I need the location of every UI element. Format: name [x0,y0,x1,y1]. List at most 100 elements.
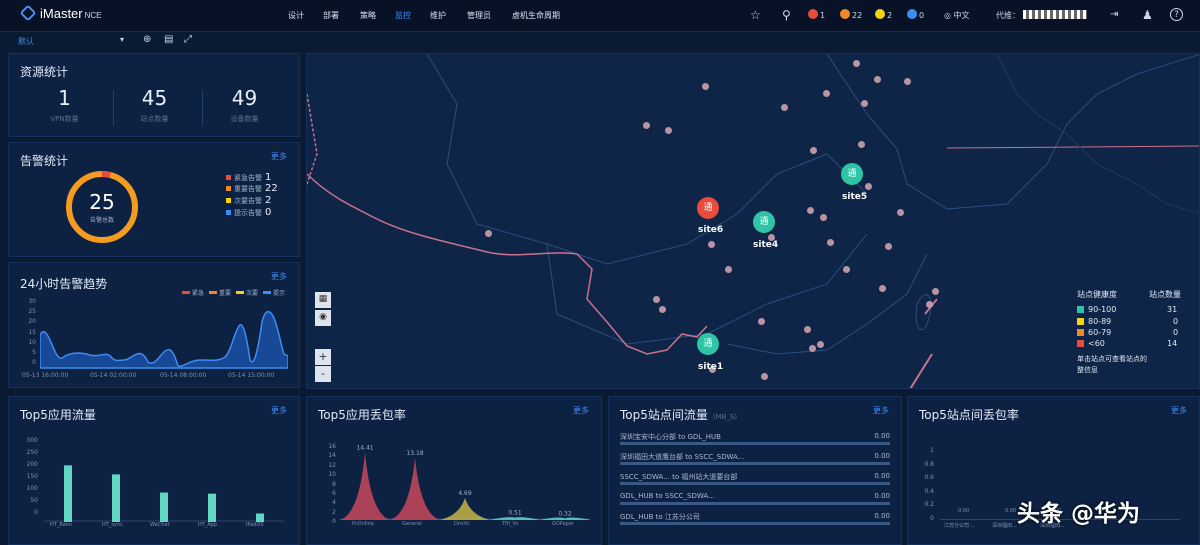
save-view-icon[interactable]: ▤ [164,34,173,45]
loss-peak[interactable] [439,498,491,520]
loss-peak[interactable] [489,517,541,520]
more-link[interactable]: 更多 [271,151,287,162]
chevron-down-icon[interactable]: ▾ [120,35,124,44]
user-account[interactable]: 代维： [996,10,1087,21]
masked-username [1023,10,1087,19]
city-marker[interactable] [817,341,824,348]
city-marker[interactable] [885,243,892,250]
bar[interactable] [256,513,264,523]
city-marker[interactable] [861,100,868,107]
star-icon[interactable]: ☆ [750,8,761,22]
legend-row-fair: 60-79 [1077,328,1111,337]
city-marker[interactable] [643,122,650,129]
legend-swatch [226,175,231,180]
city-marker[interactable] [843,266,850,273]
city-marker[interactable] [926,301,933,308]
city-marker[interactable] [853,60,860,67]
city-marker[interactable] [804,326,811,333]
loss-y-axis: 16 14 12 10 8 6 4 2 0 [318,442,336,527]
more-link[interactable]: 更多 [271,271,287,282]
layer-icon[interactable]: ▦ [315,292,331,308]
city-marker[interactable] [485,230,492,237]
nav-vm-lifecycle[interactable]: 虚机生命周期 [512,10,560,21]
city-marker[interactable] [823,90,830,97]
city-marker[interactable] [758,318,765,325]
city-marker[interactable] [708,241,715,248]
data-label: 13.18 [406,450,423,457]
city-marker[interactable] [932,288,939,295]
loss-peak[interactable] [539,517,590,520]
zoom-out-button[interactable]: - [315,366,331,382]
loss-peak[interactable] [340,452,391,520]
city-marker[interactable] [874,76,881,83]
nav-maintain[interactable]: 维护 [430,10,446,21]
city-marker[interactable] [865,183,872,190]
nav-deploy[interactable]: 部署 [323,10,339,21]
city-marker[interactable] [820,214,827,221]
major-alarm-icon [840,9,850,19]
search-icon[interactable]: ⚲ [782,8,791,22]
bar[interactable] [208,493,216,522]
city-marker[interactable] [725,266,732,273]
loss-peak[interactable] [389,458,441,520]
site-flow-row-label[interactable]: 深圳宝安中心分部 to GDL_HUB [620,432,721,442]
site4-marker[interactable]: 通 [753,211,775,233]
site6-marker[interactable]: 通 [697,197,719,219]
bar[interactable] [64,465,72,522]
warning-alarm-counter[interactable]: 0 [907,9,924,20]
locate-icon[interactable]: ◉ [315,310,331,326]
city-marker[interactable] [659,306,666,313]
resource-stats-panel: 资源统计 1 VPN数量 45 站点数量 49 设备数量 [8,53,300,137]
y-tick: 0.8 [924,460,934,468]
legend-label: 次要 [246,290,259,297]
city-marker[interactable] [897,209,904,216]
more-link[interactable]: 更多 [271,405,287,416]
site-flow-row-label[interactable]: 深圳福田大道鹰台部 to SSCC_SDWA... [620,452,744,462]
view-selector[interactable]: 默认 [18,36,34,47]
more-link[interactable]: 更多 [573,405,589,416]
site-flow-row-label[interactable]: GDL_HUB to SSCC_SDWA... [620,492,715,500]
nav-policy[interactable]: 策略 [360,10,376,21]
minor-alarm-counter[interactable]: 2 [875,9,892,20]
y-tick: 30 [28,298,36,305]
critical-alarm-counter[interactable]: 1 [808,9,825,20]
city-marker[interactable] [665,127,672,134]
user-settings-icon[interactable]: ♟ [1142,8,1153,22]
zoom-in-button[interactable]: + [315,349,331,365]
device-count-stat: 49 设备数量 [197,86,292,124]
help-icon[interactable]: ? [1170,8,1183,21]
site-map-panel[interactable]: 通 site6 通 site4 通 site5 通 site1 ▦ ◉ + - … [306,53,1200,389]
site1-marker[interactable]: 通 [697,333,719,355]
city-marker[interactable] [904,78,911,85]
city-marker[interactable] [827,239,834,246]
city-marker[interactable] [653,296,660,303]
more-link[interactable]: 更多 [873,405,889,416]
city-marker[interactable] [810,147,817,154]
panel-title: Top5站点间流量 (MB_S) [620,406,737,423]
bar[interactable] [112,474,120,522]
bar[interactable] [160,492,168,522]
nav-design[interactable]: 设计 [288,10,304,21]
watermark: 头条 @华为 [1017,501,1141,527]
nav-admin[interactable]: 管理员 [467,10,491,21]
add-view-icon[interactable]: ⊕ [143,34,151,45]
nav-monitor[interactable]: 监控 [395,10,411,21]
city-marker[interactable] [879,285,886,292]
site5-marker[interactable]: 通 [841,163,863,185]
legend-range: 80-89 [1088,317,1112,326]
city-marker[interactable] [807,207,814,214]
city-marker[interactable] [761,373,768,380]
site-flow-row-label[interactable]: SSCC_SDWA... to 福州站大道要台部 [620,472,737,482]
language-switch[interactable]: ◎ 中文 [944,10,970,21]
major-alarm-counter[interactable]: 22 [840,9,862,20]
city-marker[interactable] [809,345,816,352]
more-link[interactable]: 更多 [1171,405,1187,416]
app-logo[interactable]: iMaster NCE [19,4,102,22]
city-marker[interactable] [702,83,709,90]
fullscreen-icon[interactable]: ⤢ [184,34,192,45]
site-flow-row-label[interactable]: GDL_HUB to 江苏分公司 [620,512,700,522]
city-marker[interactable] [781,104,788,111]
city-marker[interactable] [858,141,865,148]
y-tick: 300 [26,437,38,444]
logout-icon[interactable]: ⇥ [1110,9,1118,20]
